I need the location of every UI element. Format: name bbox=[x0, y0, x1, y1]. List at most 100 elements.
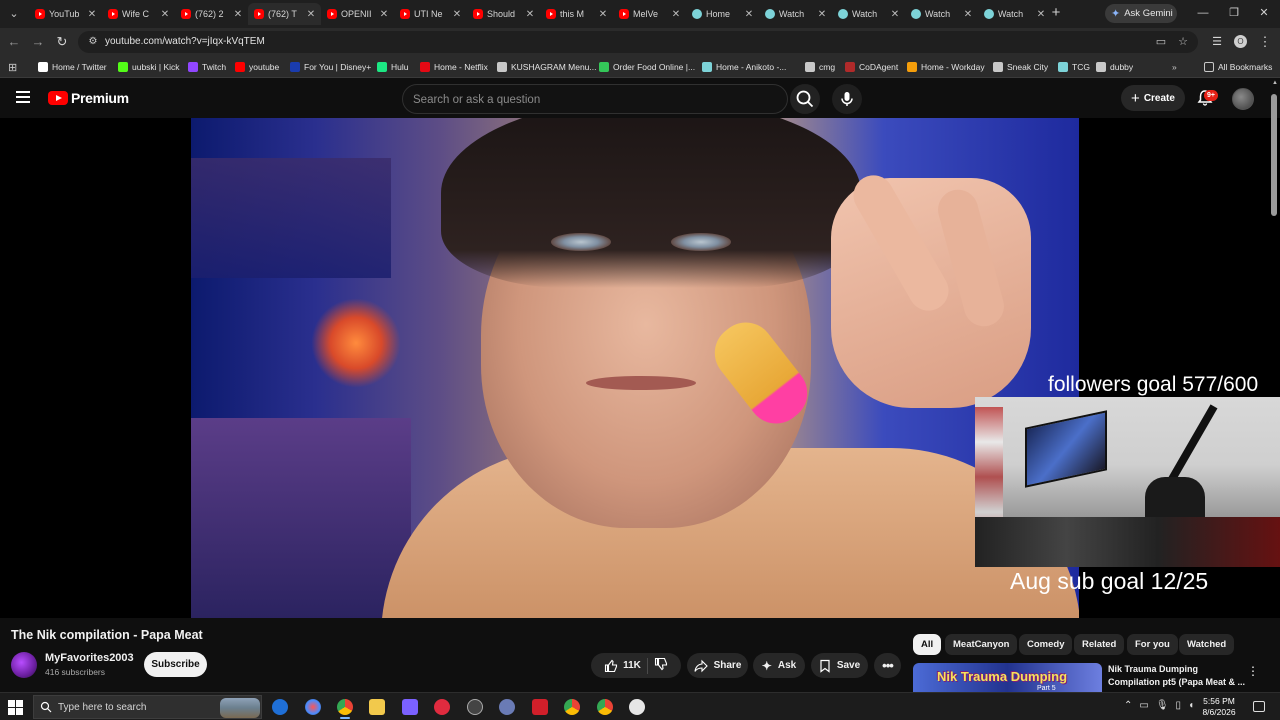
microphone-tray-icon[interactable]: 🎙 bbox=[1156, 700, 1169, 714]
cast-icon[interactable]: ▭ bbox=[1154, 35, 1168, 49]
voice-search-button[interactable] bbox=[832, 84, 862, 114]
chrome-profile-app-icon[interactable] bbox=[305, 699, 321, 715]
filter-chip[interactable]: Comedy bbox=[1019, 634, 1073, 655]
apps-grid-icon[interactable]: ⊞ bbox=[8, 60, 17, 74]
bookmark-item[interactable]: CoDAgent bbox=[845, 60, 898, 74]
more-actions-button[interactable]: ••• bbox=[874, 653, 901, 678]
steam-app-icon[interactable] bbox=[467, 699, 483, 715]
browser-tab[interactable]: (762) T ✕ bbox=[248, 3, 321, 25]
forward-arrow-icon[interactable]: → bbox=[30, 34, 46, 50]
channel-avatar[interactable] bbox=[11, 652, 37, 678]
scroll-up-arrow-icon[interactable]: ▲ bbox=[1271, 80, 1279, 88]
filter-chip[interactable]: Related bbox=[1074, 634, 1125, 655]
filter-chip[interactable]: For you bbox=[1127, 634, 1178, 655]
tab-close-icon[interactable]: ✕ bbox=[85, 9, 99, 20]
save-button[interactable]: Save bbox=[811, 653, 868, 678]
tab-close-icon[interactable]: ✕ bbox=[596, 9, 610, 20]
chrome-window-2-icon[interactable] bbox=[564, 699, 580, 715]
search-input[interactable] bbox=[413, 91, 773, 108]
battery-icon[interactable]: ▯ bbox=[1176, 700, 1182, 714]
bookmark-item[interactable]: KUSHAGRAM Menu... bbox=[497, 60, 597, 74]
bookmark-star-icon[interactable]: ☆ bbox=[1176, 35, 1190, 49]
tab-close-icon[interactable]: ✕ bbox=[669, 9, 683, 20]
browser-tab[interactable]: Watch ✕ bbox=[759, 3, 832, 25]
tab-close-icon[interactable]: ✕ bbox=[888, 9, 902, 20]
tray-overflow-chevron-icon[interactable]: ⌃ bbox=[1124, 700, 1132, 714]
game-controller-app-icon[interactable] bbox=[402, 699, 418, 715]
clock-app-icon[interactable] bbox=[629, 699, 645, 715]
bookmark-item[interactable]: dubby bbox=[1096, 60, 1133, 74]
volume-icon[interactable]: ◖ bbox=[1188, 700, 1194, 714]
more-bookmarks-chevron-icon[interactable]: » bbox=[1172, 60, 1177, 74]
bookmark-item[interactable]: For You | Disney+ bbox=[290, 60, 371, 74]
bookmark-item[interactable]: Twitch bbox=[188, 60, 226, 74]
bookmark-item[interactable]: Home - Netflix bbox=[420, 60, 488, 74]
browser-tab[interactable]: Should ✕ bbox=[467, 3, 540, 25]
browser-tab[interactable]: UTI Ne ✕ bbox=[394, 3, 467, 25]
tab-close-icon[interactable]: ✕ bbox=[377, 9, 391, 20]
chrome-window-3-icon[interactable] bbox=[597, 699, 613, 715]
youtube-premium-logo[interactable]: Premium bbox=[48, 90, 129, 106]
account-avatar[interactable] bbox=[1232, 88, 1254, 110]
filter-chip[interactable]: MeatCanyon bbox=[945, 634, 1018, 655]
recommendation-thumbnail[interactable]: Nik Trauma Dumping Part 5 bbox=[913, 663, 1102, 692]
bookmark-item[interactable]: Sneak City bbox=[993, 60, 1048, 74]
close-window-icon[interactable]: ✕ bbox=[1254, 5, 1274, 21]
create-button[interactable]: + Create bbox=[1121, 85, 1185, 111]
recommendation-title[interactable]: Nik Trauma Dumping Compilation pt5 (Papa… bbox=[1108, 663, 1246, 688]
browser-tab[interactable]: MelVe ✕ bbox=[613, 3, 686, 25]
tab-close-icon[interactable]: ✕ bbox=[523, 9, 537, 20]
ask-gemini-button[interactable]: ✦ Ask Gemini bbox=[1105, 4, 1177, 23]
back-arrow-icon[interactable]: ← bbox=[6, 34, 22, 50]
browser-tab[interactable]: Wife C ✕ bbox=[102, 3, 175, 25]
recommendation-kebab-icon[interactable]: ⋮ bbox=[1247, 664, 1259, 680]
tab-close-icon[interactable]: ✕ bbox=[231, 9, 245, 20]
bookmark-item[interactable]: Home / Twitter bbox=[38, 60, 107, 74]
taskbar-search-box[interactable] bbox=[33, 695, 262, 719]
bookmark-item[interactable]: Home - Workday bbox=[907, 60, 985, 74]
tab-close-icon[interactable]: ✕ bbox=[742, 9, 756, 20]
reload-icon[interactable]: ↻ bbox=[54, 34, 70, 50]
dislike-button[interactable] bbox=[654, 657, 668, 674]
tab-close-icon[interactable]: ✕ bbox=[304, 9, 318, 20]
browser-tab[interactable]: this M ✕ bbox=[540, 3, 613, 25]
chrome-app-icon[interactable] bbox=[337, 699, 353, 719]
filter-chip[interactable]: Watched bbox=[1179, 634, 1235, 655]
bookmark-item[interactable]: Hulu bbox=[377, 60, 408, 74]
network-icon[interactable]: ▭ bbox=[1139, 700, 1148, 714]
ask-button[interactable]: ✦ Ask bbox=[753, 653, 805, 678]
hamburger-menu-icon[interactable] bbox=[16, 91, 32, 105]
address-bar[interactable]: ⚙ youtube.com/watch?v=jIqx-kVqTEM ▭ ☆ bbox=[78, 31, 1198, 53]
site-info-icon[interactable]: ⚙ bbox=[86, 35, 100, 49]
taskbar-clock[interactable]: 5:56 PM 8/6/2026 bbox=[1196, 696, 1242, 718]
subscribe-button[interactable]: Subscribe bbox=[144, 652, 207, 677]
bookmark-item[interactable]: Home - Anikoto -... bbox=[702, 60, 786, 74]
browser-tab[interactable]: Watch ✕ bbox=[905, 3, 978, 25]
video-frame[interactable] bbox=[191, 118, 1079, 618]
browser-tab[interactable]: Home ✕ bbox=[686, 3, 759, 25]
filter-chip[interactable]: All bbox=[913, 634, 942, 655]
browser-menu-kebab-icon[interactable]: ⋮ bbox=[1257, 34, 1273, 50]
browser-tab[interactable]: (762) 2 ✕ bbox=[175, 3, 248, 25]
page-scrollbar-thumb[interactable] bbox=[1271, 94, 1277, 216]
reading-list-icon[interactable]: ☰ bbox=[1209, 34, 1225, 50]
browser-tab[interactable]: YouTub ✕ bbox=[29, 3, 102, 25]
bookmark-item[interactable]: youtube bbox=[235, 60, 279, 74]
channel-name[interactable]: MyFavorites2003 bbox=[45, 652, 134, 664]
tab-close-icon[interactable]: ✕ bbox=[815, 9, 829, 20]
bookmark-item[interactable]: TCG bbox=[1058, 60, 1090, 74]
tab-close-icon[interactable]: ✕ bbox=[158, 9, 172, 20]
notification-center-icon[interactable] bbox=[1253, 701, 1265, 712]
bookmark-item[interactable]: Order Food Online |... bbox=[599, 60, 695, 74]
search-button[interactable] bbox=[790, 84, 820, 114]
copilot-app-icon[interactable] bbox=[272, 699, 288, 715]
bookmark-item[interactable]: uubski | Kick bbox=[118, 60, 180, 74]
tab-close-icon[interactable]: ✕ bbox=[961, 9, 975, 20]
new-tab-plus-icon[interactable]: + bbox=[1048, 5, 1064, 21]
taskbar-search-input[interactable] bbox=[58, 701, 188, 714]
tab-close-icon[interactable]: ✕ bbox=[450, 9, 464, 20]
minimize-window-icon[interactable]: — bbox=[1193, 5, 1213, 21]
windows-start-icon[interactable] bbox=[6, 698, 24, 716]
tab-close-icon[interactable]: ✕ bbox=[1034, 9, 1048, 20]
tab-search-chevron-icon[interactable]: ⌄ bbox=[4, 4, 24, 24]
